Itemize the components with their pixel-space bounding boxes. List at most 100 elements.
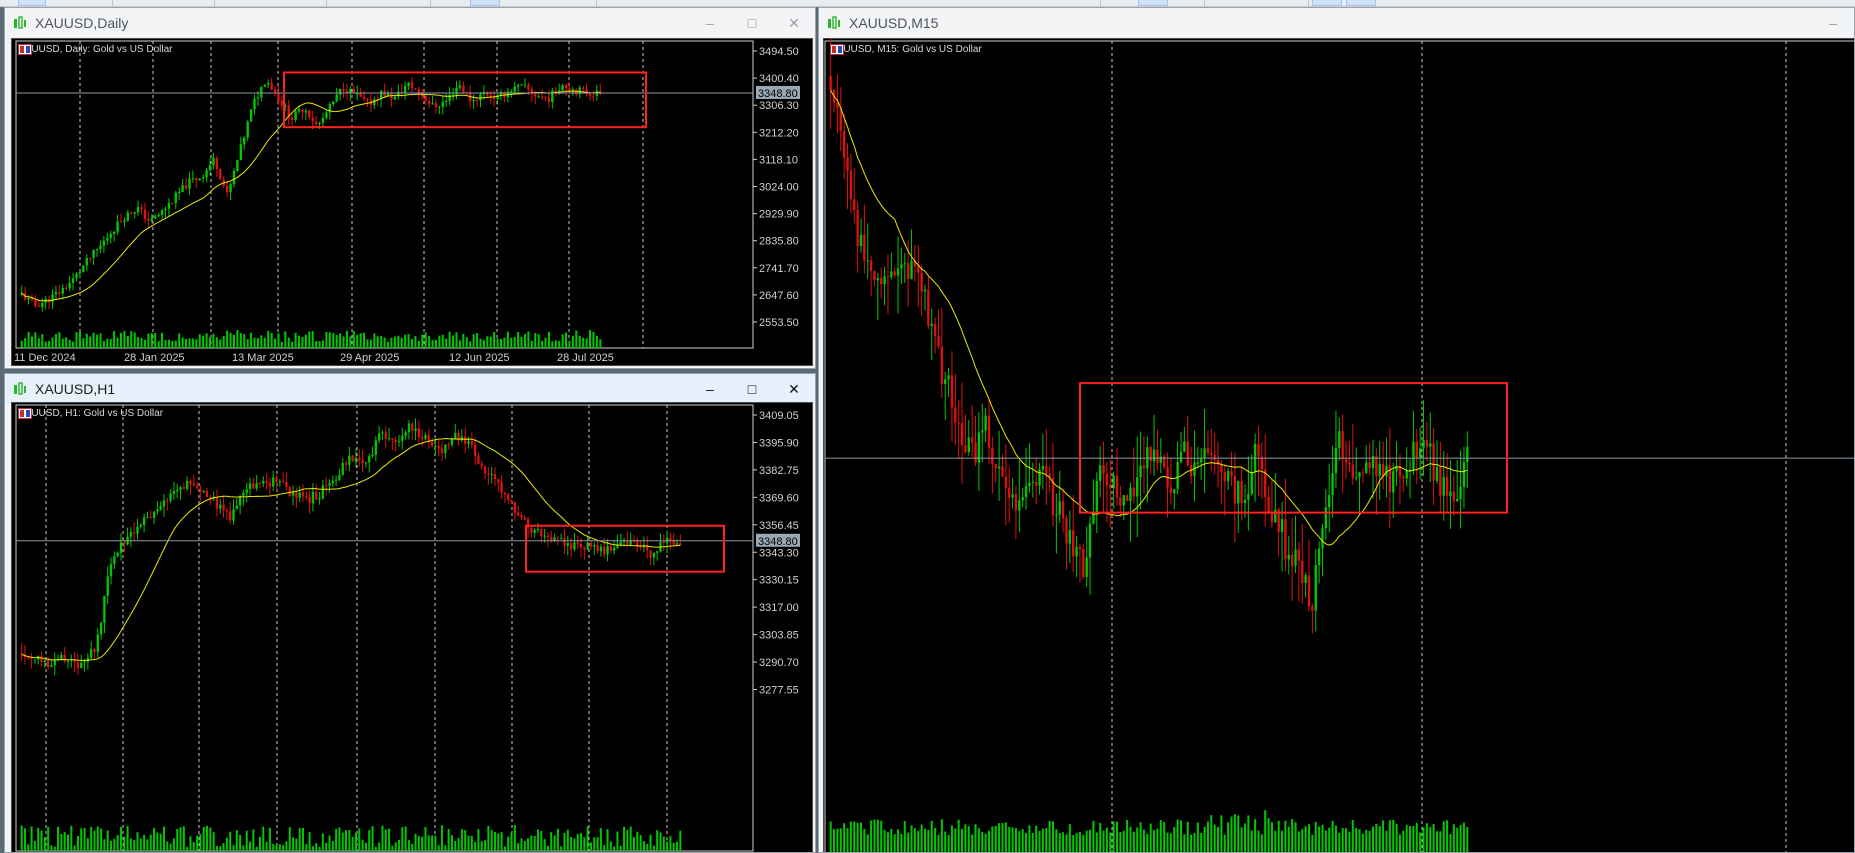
maximize-button[interactable]: □ [731, 8, 773, 38]
candle-body [1449, 491, 1452, 496]
candle-body [383, 90, 386, 97]
one-click-trading-icon[interactable] [18, 408, 32, 419]
toolbar-tab[interactable] [18, 0, 46, 6]
candle-body [566, 543, 569, 546]
candle-body [130, 212, 133, 214]
candle-body [60, 654, 63, 659]
candle-body [994, 463, 997, 469]
candle-body [1092, 513, 1095, 524]
candle-body [205, 170, 208, 178]
candle-body [136, 526, 139, 534]
candle-body [606, 546, 609, 555]
chart-window-daily[interactable]: XAUUSD,Daily – □ ✕ XAUUSD, Daily: Gold v… [4, 7, 816, 369]
window-titlebar[interactable]: XAUUSD,Daily – □ ✕ [5, 8, 815, 38]
candle-body [68, 282, 71, 289]
candle-body [434, 445, 437, 447]
candle-body [126, 212, 130, 221]
candle-body [195, 178, 198, 181]
candle-body [1196, 462, 1200, 464]
time-axis-label: 28 Jul 2025 [557, 352, 614, 364]
candle-body [1250, 471, 1253, 495]
current-price-value: 3348.80 [758, 88, 798, 100]
one-click-trading-icon[interactable] [18, 44, 32, 55]
chart-area[interactable]: XAUUSD, Daily: Gold vs US Dollar 3494.50… [11, 38, 813, 366]
candle-body [377, 433, 381, 441]
candle-body [438, 106, 441, 108]
window-titlebar[interactable]: XAUUSD,H1 – □ ✕ [5, 374, 815, 404]
candle-body [260, 86, 263, 98]
candle-body [140, 207, 143, 210]
candle-body [46, 659, 50, 667]
candle-body [272, 477, 275, 487]
candle-body [460, 436, 464, 441]
candle-body [1257, 443, 1260, 457]
candle-body [374, 440, 377, 455]
candle-body [537, 96, 540, 98]
chart-window-h1[interactable]: XAUUSD,H1 – □ ✕ XAUUSD, H1: Gold vs US D… [4, 373, 816, 853]
maximize-button[interactable]: □ [731, 374, 773, 404]
candle-body [361, 459, 364, 464]
price-axis-label: 3356.45 [759, 520, 799, 532]
candle-body [1432, 443, 1435, 481]
candle-body [1098, 465, 1102, 481]
candle-body [195, 486, 199, 489]
candle-body [1206, 448, 1210, 453]
candle-body [99, 623, 103, 635]
candle-body [34, 299, 37, 306]
candle-body [513, 86, 516, 92]
candle-body [859, 234, 863, 247]
candle-body [1247, 494, 1250, 500]
candle-body [157, 214, 160, 217]
close-button[interactable]: ✕ [773, 8, 815, 38]
candle-body [301, 109, 304, 113]
candle-body [1459, 486, 1462, 500]
candle-body [876, 278, 880, 281]
toolbar-tab[interactable] [1138, 0, 1168, 6]
candle-body [83, 661, 86, 663]
candle-body [430, 442, 434, 446]
minimize-button[interactable]: – [1812, 8, 1854, 38]
candle-body [342, 89, 345, 91]
candle-body [1152, 449, 1156, 462]
candle-body [1280, 519, 1284, 532]
price-axis-label: 3212.20 [759, 127, 799, 139]
toolbar-tab[interactable] [470, 0, 500, 6]
candle-body [583, 547, 586, 550]
candle-body [553, 537, 556, 541]
candle-body [1004, 476, 1008, 488]
candle-body [1452, 491, 1456, 501]
candle-body [338, 474, 341, 480]
candle-body [232, 509, 235, 521]
candle-body [534, 93, 537, 97]
candle-body [1223, 471, 1226, 482]
candle-body [219, 168, 222, 180]
one-click-trading-icon[interactable] [830, 44, 844, 55]
candle-body [229, 511, 232, 521]
candle-body [487, 473, 490, 475]
candle-body [401, 435, 404, 442]
toolbar-tab[interactable] [1346, 0, 1376, 6]
candle-body [560, 537, 563, 539]
minimize-button[interactable]: – [689, 8, 731, 38]
candle-body [930, 323, 933, 326]
candle-body [245, 488, 248, 493]
candle-body [1078, 546, 1082, 550]
candle-body [387, 438, 391, 440]
minimize-button[interactable]: – [689, 374, 731, 404]
toolbar-tab[interactable] [1312, 0, 1342, 6]
candle-body [311, 117, 314, 122]
candle-body [167, 202, 171, 209]
window-titlebar[interactable]: XAUUSD,M15 – [819, 8, 1854, 38]
close-button[interactable]: ✕ [773, 374, 815, 404]
chart-window-m15[interactable]: XAUUSD,M15 – XAUUSD, M15: Gold vs US Dol… [818, 7, 1855, 853]
candle-body [1183, 441, 1186, 452]
chart-area[interactable]: XAUUSD, M15: Gold vs US Dollar 11 Aug 20… [823, 38, 1854, 852]
candle-body [500, 482, 503, 493]
candle-body [497, 479, 500, 483]
candle-body [1429, 443, 1432, 447]
chart-area[interactable]: XAUUSD, H1: Gold vs US Dollar 3409.05 339… [11, 402, 813, 852]
candle-body [1311, 606, 1314, 611]
candle-body [1290, 554, 1294, 566]
candle-body [54, 292, 58, 295]
candle-body [295, 492, 298, 498]
